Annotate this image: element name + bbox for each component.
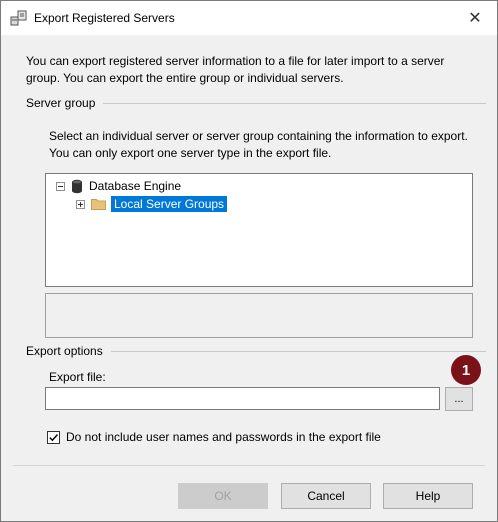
tree-node-local-server-groups[interactable]: Local Server Groups bbox=[76, 195, 228, 213]
export-options-label: Export options bbox=[26, 344, 103, 358]
server-export-icon bbox=[10, 10, 27, 26]
tree-node-database-engine[interactable]: Database Engine bbox=[56, 177, 181, 195]
close-button[interactable]: ✕ bbox=[453, 1, 497, 35]
tree-node-label-selected: Local Server Groups bbox=[111, 196, 228, 212]
button-separator bbox=[13, 465, 485, 466]
expand-icon[interactable] bbox=[76, 199, 85, 209]
server-group-label: Server group bbox=[26, 96, 96, 110]
export-file-input[interactable] bbox=[45, 387, 440, 410]
export-options-header: Export options bbox=[26, 344, 486, 358]
server-info-panel bbox=[45, 293, 473, 338]
export-registered-servers-dialog: Export Registered Servers ✕ You can expo… bbox=[0, 0, 498, 522]
title-bar: Export Registered Servers ✕ bbox=[1, 1, 497, 35]
server-group-header: Server group bbox=[26, 96, 486, 110]
collapse-icon[interactable] bbox=[56, 181, 65, 191]
cancel-button[interactable]: Cancel bbox=[281, 483, 371, 509]
folder-icon bbox=[91, 199, 106, 210]
server-tree[interactable]: Database Engine Local Server Groups bbox=[45, 173, 473, 287]
browse-button[interactable]: ... bbox=[445, 387, 473, 411]
export-file-label: Export file: bbox=[49, 370, 106, 384]
server-group-divider bbox=[103, 102, 486, 104]
exclude-credentials-option[interactable]: Do not include user names and passwords … bbox=[47, 430, 381, 444]
database-icon bbox=[72, 179, 82, 193]
exclude-credentials-checkbox[interactable] bbox=[47, 430, 60, 444]
tree-node-label: Database Engine bbox=[89, 179, 182, 193]
exclude-credentials-label: Do not include user names and passwords … bbox=[66, 430, 381, 444]
callout-badge: 1 bbox=[451, 355, 481, 385]
help-button[interactable]: Help bbox=[383, 483, 473, 509]
window-title: Export Registered Servers bbox=[34, 11, 175, 25]
checkmark-icon bbox=[49, 433, 58, 441]
export-options-divider bbox=[110, 350, 486, 352]
close-icon: ✕ bbox=[468, 10, 482, 27]
intro-text: You can export registered server informa… bbox=[26, 54, 445, 85]
ok-button[interactable]: OK bbox=[178, 483, 268, 509]
server-group-description: Select an individual server or server gr… bbox=[49, 129, 468, 160]
